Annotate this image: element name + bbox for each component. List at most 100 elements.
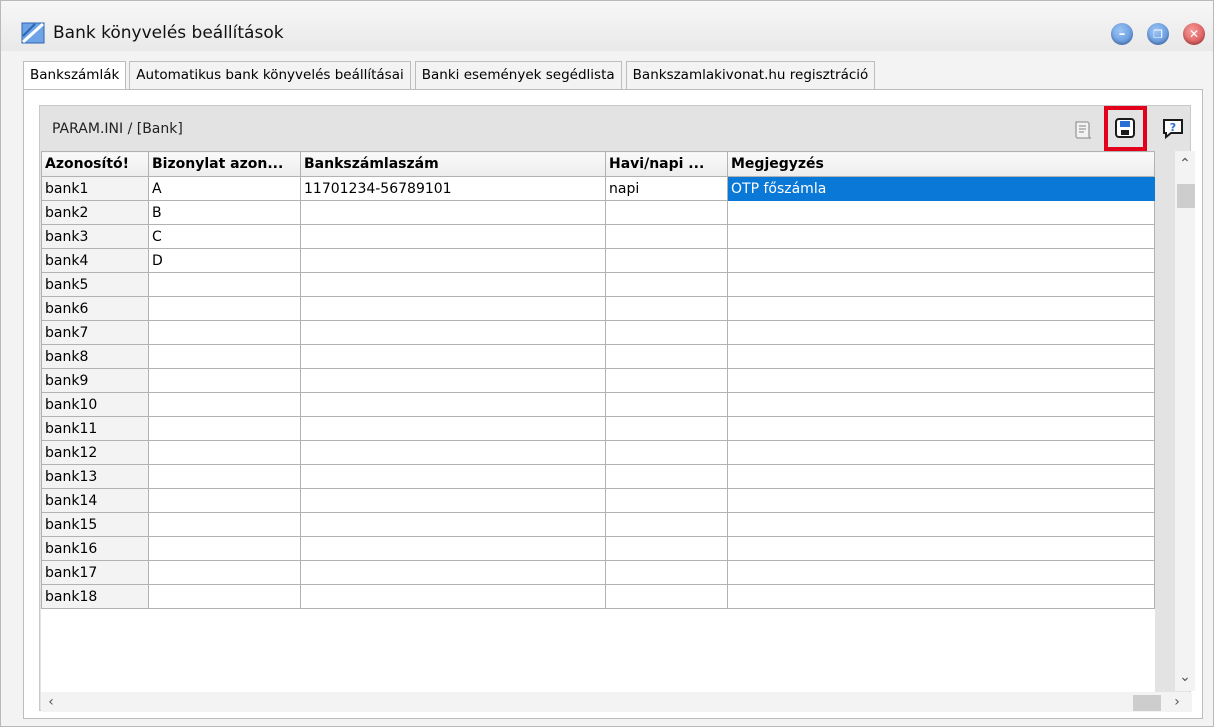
table-cell[interactable]: D: [148, 248, 301, 273]
row-header-cell[interactable]: bank8: [41, 344, 149, 369]
table-cell[interactable]: [605, 320, 728, 345]
table-cell[interactable]: [148, 440, 301, 465]
table-cell[interactable]: [148, 464, 301, 489]
table-cell[interactable]: [727, 392, 1155, 417]
table-cell[interactable]: [727, 320, 1155, 345]
table-row[interactable]: bank17: [41, 560, 1155, 585]
table-cell[interactable]: [148, 512, 301, 537]
row-header-cell[interactable]: bank7: [41, 320, 149, 345]
row-header-cell[interactable]: bank14: [41, 488, 149, 513]
table-cell[interactable]: [148, 392, 301, 417]
table-cell[interactable]: OTP főszámla: [727, 176, 1155, 201]
row-header-cell[interactable]: bank15: [41, 512, 149, 537]
table-cell[interactable]: [605, 248, 728, 273]
table-row[interactable]: bank1 A 11701234-56789101 napi OTP főszámla: [41, 176, 1155, 201]
table-cell[interactable]: [300, 248, 606, 273]
row-header-cell[interactable]: bank11: [41, 416, 149, 441]
table-cell[interactable]: [300, 272, 606, 297]
scroll-down-icon[interactable]: ⌄: [1175, 667, 1195, 687]
table-cell[interactable]: [727, 344, 1155, 369]
row-header-cell[interactable]: bank4: [41, 248, 149, 273]
table-cell[interactable]: A: [148, 176, 301, 201]
vertical-scrollbar[interactable]: ⌃ ⌄: [1175, 151, 1195, 691]
tab-bank-events-list[interactable]: Banki események segédlista: [414, 61, 622, 89]
table-cell[interactable]: [148, 536, 301, 561]
column-header[interactable]: Bizonylat azon...: [148, 151, 301, 177]
table-cell[interactable]: [300, 440, 606, 465]
column-header[interactable]: Azonosító!: [41, 151, 149, 177]
tab-bankszamlakivonat-registration[interactable]: Bankszamlakivonat.hu regisztráció: [625, 61, 876, 89]
table-cell[interactable]: [148, 344, 301, 369]
table-cell[interactable]: [727, 248, 1155, 273]
table-cell[interactable]: [300, 584, 606, 609]
table-cell[interactable]: [300, 200, 606, 225]
table-cell[interactable]: 11701234-56789101: [300, 176, 606, 201]
table-cell[interactable]: [727, 272, 1155, 297]
table-cell[interactable]: [300, 512, 606, 537]
table-cell[interactable]: [727, 296, 1155, 321]
table-cell[interactable]: [300, 224, 606, 249]
table-cell[interactable]: [605, 344, 728, 369]
table-cell[interactable]: [605, 416, 728, 441]
row-header-cell[interactable]: bank1: [41, 176, 149, 201]
save-icon[interactable]: [1112, 115, 1138, 141]
table-cell[interactable]: [148, 368, 301, 393]
scroll-icon[interactable]: [1070, 117, 1096, 143]
row-header-cell[interactable]: bank12: [41, 440, 149, 465]
row-header-cell[interactable]: bank2: [41, 200, 149, 225]
tab-bankszamlak[interactable]: Bankszámlák: [23, 61, 127, 90]
table-row[interactable]: bank5: [41, 272, 1155, 297]
table-cell[interactable]: C: [148, 224, 301, 249]
table-cell[interactable]: [727, 512, 1155, 537]
table-cell[interactable]: [605, 224, 728, 249]
table-cell[interactable]: [300, 560, 606, 585]
close-button[interactable]: ✕: [1183, 23, 1205, 45]
table-cell[interactable]: [605, 200, 728, 225]
horizontal-scroll-thumb[interactable]: [1133, 695, 1161, 711]
table-cell[interactable]: [605, 560, 728, 585]
table-cell[interactable]: [300, 416, 606, 441]
table-cell[interactable]: [300, 320, 606, 345]
table-cell[interactable]: [727, 368, 1155, 393]
table-cell[interactable]: [300, 296, 606, 321]
table-cell[interactable]: [605, 464, 728, 489]
horizontal-scrollbar[interactable]: ‹ ›: [41, 692, 1192, 712]
vertical-scroll-thumb[interactable]: [1177, 184, 1195, 208]
table-cell[interactable]: [727, 584, 1155, 609]
scroll-up-icon[interactable]: ⌃: [1175, 154, 1195, 174]
table-cell[interactable]: [148, 488, 301, 513]
table-row[interactable]: bank14: [41, 488, 1155, 513]
table-row[interactable]: bank3 C: [41, 224, 1155, 249]
table-cell[interactable]: napi: [605, 176, 728, 201]
table-cell[interactable]: [727, 488, 1155, 513]
table-cell[interactable]: [148, 560, 301, 585]
restore-button[interactable]: ❐: [1147, 23, 1169, 45]
row-header-cell[interactable]: bank9: [41, 368, 149, 393]
table-row[interactable]: bank4 D: [41, 248, 1155, 273]
table-cell[interactable]: [148, 296, 301, 321]
table-row[interactable]: bank6: [41, 296, 1155, 321]
table-cell[interactable]: [605, 440, 728, 465]
table-cell[interactable]: [727, 224, 1155, 249]
table-cell[interactable]: [148, 416, 301, 441]
table-cell[interactable]: [300, 536, 606, 561]
table-cell[interactable]: [605, 512, 728, 537]
table-cell[interactable]: [605, 584, 728, 609]
table-cell[interactable]: [148, 584, 301, 609]
scroll-left-icon[interactable]: ‹: [41, 692, 61, 712]
row-header-cell[interactable]: bank17: [41, 560, 149, 585]
row-header-cell[interactable]: bank10: [41, 392, 149, 417]
table-row[interactable]: bank12: [41, 440, 1155, 465]
tab-auto-bank-settings[interactable]: Automatikus bank könyvelés beállításai: [129, 61, 411, 89]
table-cell[interactable]: B: [148, 200, 301, 225]
help-icon[interactable]: ?: [1160, 115, 1186, 141]
table-cell[interactable]: [605, 392, 728, 417]
table-cell[interactable]: [605, 368, 728, 393]
row-header-cell[interactable]: bank16: [41, 536, 149, 561]
table-row[interactable]: bank2 B: [41, 200, 1155, 225]
row-header-cell[interactable]: bank3: [41, 224, 149, 249]
row-header-cell[interactable]: bank13: [41, 464, 149, 489]
table-cell[interactable]: [727, 536, 1155, 561]
table-cell[interactable]: [300, 344, 606, 369]
table-cell[interactable]: [727, 464, 1155, 489]
